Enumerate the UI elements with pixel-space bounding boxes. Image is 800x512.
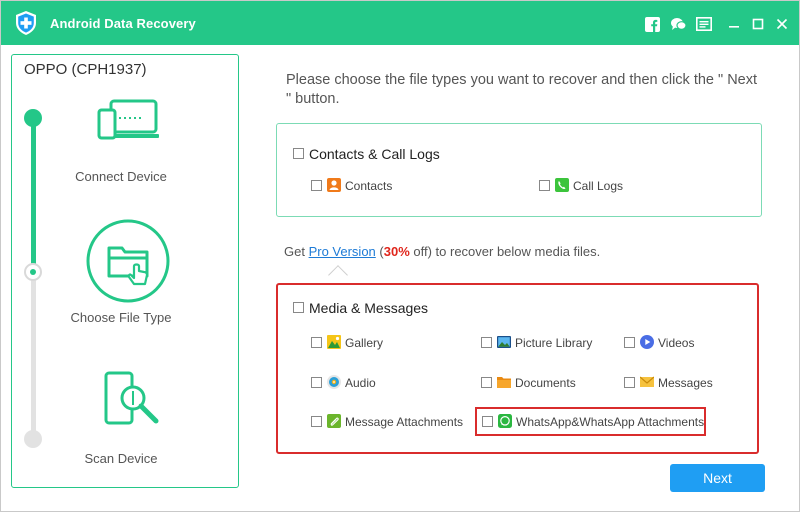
progress-fill bbox=[31, 117, 36, 272]
media-group-checkbox[interactable] bbox=[293, 302, 304, 313]
messages-icon bbox=[640, 376, 654, 387]
call-logs-label[interactable]: Call Logs bbox=[573, 179, 623, 193]
picture-library-icon bbox=[497, 336, 511, 348]
feedback-icon[interactable] bbox=[695, 15, 713, 33]
call-logs-icon bbox=[555, 178, 569, 192]
videos-icon bbox=[640, 335, 654, 349]
contacts-icon bbox=[327, 178, 341, 192]
instruction-text: Please choose the file types you want to… bbox=[286, 72, 758, 107]
sidebar: OPPO (CPH1937) Connect Device Choose Fil… bbox=[11, 54, 239, 488]
facebook-icon[interactable] bbox=[643, 15, 661, 33]
audio-checkbox[interactable] bbox=[311, 377, 322, 388]
videos-label[interactable]: Videos bbox=[658, 336, 694, 350]
picture-library-label[interactable]: Picture Library bbox=[515, 336, 592, 350]
messages-label[interactable]: Messages bbox=[658, 376, 713, 390]
messages-checkbox[interactable] bbox=[624, 377, 635, 388]
contacts-group-checkbox[interactable] bbox=[293, 148, 304, 159]
contacts-checkbox[interactable] bbox=[311, 180, 322, 191]
connect-device-icon bbox=[97, 99, 159, 140]
app-window: Android Data Recovery OPPO (CPH1937) Con… bbox=[0, 0, 800, 512]
promo-discount: 30% bbox=[383, 244, 410, 259]
contacts-group-title[interactable]: Contacts & Call Logs bbox=[309, 146, 440, 162]
promo-suffix: off) to recover below media files. bbox=[409, 244, 601, 259]
gallery-checkbox[interactable] bbox=[311, 337, 322, 348]
message-attachments-label[interactable]: Message Attachments bbox=[345, 415, 463, 429]
media-group-title[interactable]: Media & Messages bbox=[309, 300, 428, 316]
choose-file-type-icon bbox=[86, 219, 170, 303]
call-logs-checkbox[interactable] bbox=[539, 180, 550, 191]
picture-library-checkbox[interactable] bbox=[481, 337, 492, 348]
gallery-label[interactable]: Gallery bbox=[345, 336, 383, 350]
audio-label[interactable]: Audio bbox=[345, 376, 376, 390]
gallery-icon bbox=[327, 335, 341, 349]
step-dot-scan bbox=[24, 430, 42, 448]
documents-label[interactable]: Documents bbox=[515, 376, 576, 390]
title-bar: Android Data Recovery bbox=[1, 1, 799, 45]
promo-prefix: Get bbox=[284, 244, 309, 259]
step-label-scan: Scan Device bbox=[84, 451, 158, 466]
minimize-icon[interactable] bbox=[725, 15, 743, 33]
whatsapp-label[interactable]: WhatsApp&WhatsApp Attachments bbox=[516, 415, 704, 429]
scan-device-icon bbox=[104, 371, 159, 425]
chat-support-icon[interactable] bbox=[669, 15, 687, 33]
audio-icon bbox=[327, 375, 341, 389]
promo-caret bbox=[328, 265, 348, 285]
step-label-connect: Connect Device bbox=[75, 169, 167, 184]
pro-version-link[interactable]: Pro Version bbox=[309, 244, 376, 259]
whatsapp-icon bbox=[498, 414, 512, 428]
message-attachments-icon bbox=[327, 414, 341, 428]
whatsapp-checkbox[interactable] bbox=[482, 416, 493, 427]
pro-version-promo: Get Pro Version (30% off) to recover bel… bbox=[284, 244, 600, 259]
maximize-icon[interactable] bbox=[749, 15, 767, 33]
step-label-choose: Choose File Type bbox=[70, 310, 172, 325]
next-button[interactable]: Next bbox=[670, 464, 765, 492]
step-dot-choose bbox=[24, 263, 42, 281]
app-logo-icon bbox=[16, 11, 36, 35]
contacts-group-box bbox=[276, 123, 762, 217]
promo-open-paren: ( bbox=[375, 244, 384, 259]
documents-icon bbox=[497, 377, 511, 388]
contacts-label[interactable]: Contacts bbox=[345, 179, 392, 193]
videos-checkbox[interactable] bbox=[624, 337, 635, 348]
documents-checkbox[interactable] bbox=[481, 377, 492, 388]
close-icon[interactable] bbox=[773, 15, 791, 33]
message-attachments-checkbox[interactable] bbox=[311, 416, 322, 427]
device-name: OPPO (CPH1937) bbox=[24, 61, 147, 78]
step-dot-connect bbox=[24, 109, 42, 127]
app-title: Android Data Recovery bbox=[50, 16, 196, 31]
